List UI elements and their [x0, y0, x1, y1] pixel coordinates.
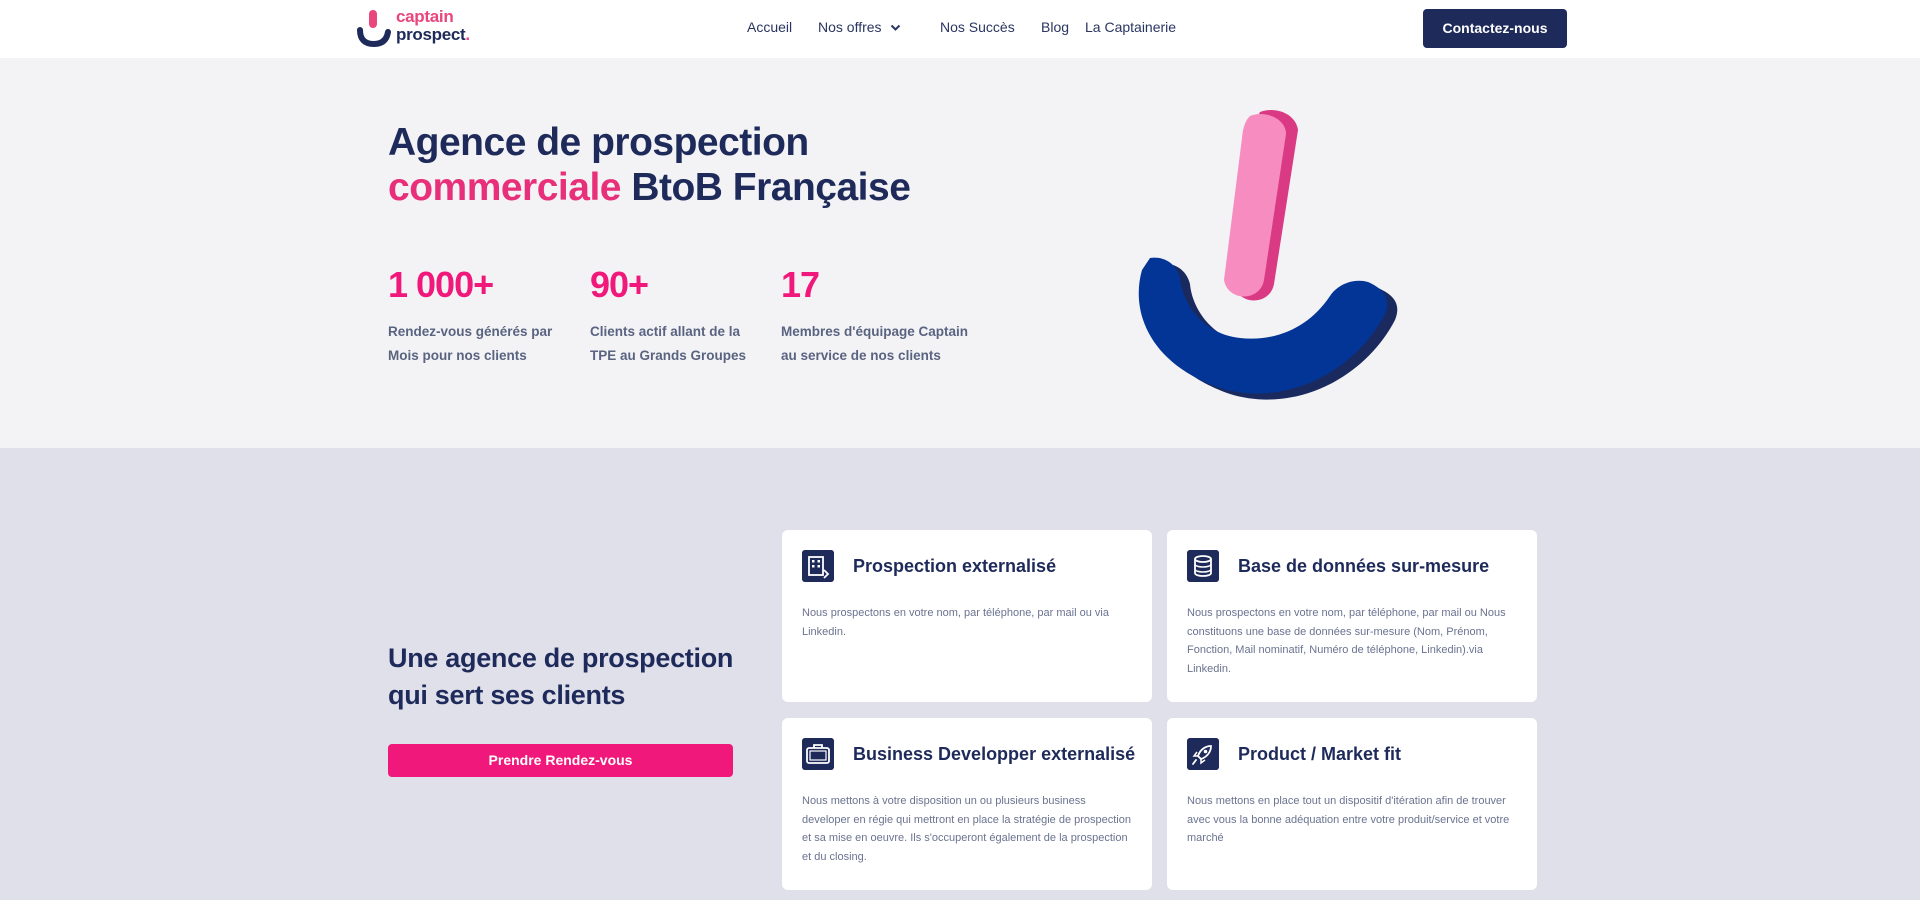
- services-section: Une agence de prospection qui sert ses c…: [0, 448, 1920, 900]
- stat-value: 17: [781, 264, 820, 305]
- stat-label: Rendez-vous générés par Mois pour nos cl…: [388, 320, 552, 368]
- stat-label-line: Mois pour nos clients: [388, 348, 527, 363]
- hero-title-line1: Agence de prospection: [388, 121, 809, 164]
- nav-nos-offres-label: Nos offres: [818, 19, 882, 35]
- stat-clients: 90+ Clients actif allant de la TPE au Gr…: [590, 264, 746, 368]
- brand-line2: prospect: [396, 25, 466, 44]
- hero-title-accent: commerciale: [388, 166, 621, 209]
- card-title: Prospection externalisé: [853, 556, 1057, 576]
- hero-title-rest: BtoB Française: [620, 166, 911, 209]
- briefcase-icon: [802, 738, 834, 770]
- brand-dot: .: [465, 25, 470, 44]
- site-header: captain prospect. Accueil Nos offres Nos…: [0, 0, 1920, 58]
- brand-logo[interactable]: captain prospect.: [356, 8, 476, 48]
- stat-label: Membres d'équipage Captain au service de…: [781, 320, 968, 368]
- card-description: Nous mettons à votre disposition un ou p…: [802, 795, 1131, 863]
- card-description: Nous prospectons en votre nom, par télép…: [1187, 607, 1506, 675]
- card-title: Business Developper externalisé: [853, 744, 1136, 764]
- stat-rendez-vous: 1 000+ Rendez-vous générés par Mois pour…: [388, 264, 552, 368]
- card-title: Base de données sur-mesure: [1238, 556, 1490, 576]
- appointment-button[interactable]: Prendre Rendez-vous: [388, 744, 733, 777]
- nav-blog[interactable]: Blog: [1041, 19, 1069, 35]
- stat-value: 90+: [590, 264, 649, 305]
- brand-line1: captain: [396, 7, 454, 26]
- stat-equipage: 17 Membres d'équipage Captain au service…: [781, 264, 968, 368]
- database-icon: [1187, 550, 1219, 582]
- card-description: Nous mettons en place tout un dispositif…: [1187, 795, 1510, 844]
- chevron-down-icon: [890, 25, 900, 32]
- brand-wordmark: captain prospect.: [396, 8, 470, 44]
- stat-value: 1 000+: [388, 264, 494, 305]
- service-card-prospection[interactable]: Prospection externalisé Nous prospectons…: [782, 530, 1152, 702]
- stat-label: Clients actif allant de la TPE au Grands…: [590, 320, 746, 368]
- nav-nos-succes[interactable]: Nos Succès: [940, 19, 1015, 35]
- services-title: Une agence de prospection qui sert ses c…: [388, 640, 733, 714]
- stat-label-line: TPE au Grands Groupes: [590, 348, 747, 363]
- hero-section: Agence de prospection commerciale BtoB F…: [0, 58, 1920, 448]
- service-card-database[interactable]: Base de données sur-mesure Nous prospect…: [1167, 530, 1537, 702]
- building-icon: [802, 550, 834, 582]
- nav-la-captainerie[interactable]: La Captainerie: [1085, 19, 1176, 35]
- hero-title: Agence de prospection commerciale BtoB F…: [388, 120, 911, 210]
- stat-label-line: Clients actif allant de la: [590, 324, 741, 339]
- stat-label-line: Membres d'équipage Captain: [781, 324, 968, 339]
- card-title: Product / Market fit: [1238, 744, 1402, 764]
- service-card-product-market-fit[interactable]: Product / Market fit Nous mettons en pla…: [1167, 718, 1537, 890]
- service-card-business-developer[interactable]: Business Developper externalisé Nous met…: [782, 718, 1152, 890]
- card-description: Nous prospectons en votre nom, par télép…: [802, 607, 1109, 638]
- contact-button[interactable]: Contactez-nous: [1423, 9, 1567, 48]
- services-title-line: qui sert ses clients: [388, 680, 626, 710]
- nav-accueil[interactable]: Accueil: [747, 19, 792, 35]
- stat-label-line: au service de nos clients: [781, 348, 941, 363]
- services-title-line: Une agence de prospection: [388, 643, 734, 673]
- logo-mark-icon: [357, 10, 391, 48]
- nav-nos-offres[interactable]: Nos offres: [818, 19, 901, 35]
- rocket-icon: [1187, 738, 1219, 770]
- stat-label-line: Rendez-vous générés par: [388, 324, 553, 339]
- hero-3d-logo-illustration: [1138, 110, 1398, 400]
